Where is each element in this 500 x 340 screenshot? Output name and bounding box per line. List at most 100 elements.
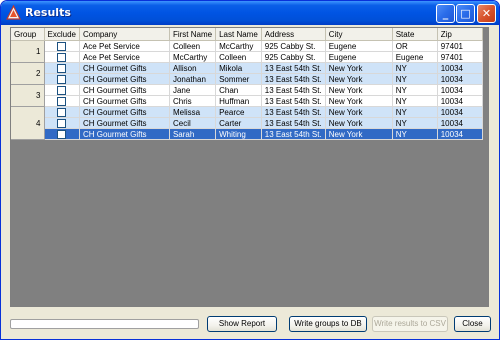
cell-company[interactable]: CH Gourmet Gifts xyxy=(79,117,170,129)
cell-company[interactable]: Ace Pet Service xyxy=(79,40,170,52)
cell-address[interactable]: 13 East 54th St. xyxy=(261,62,326,74)
cell-company[interactable]: CH Gourmet Gifts xyxy=(79,73,170,85)
cell-first[interactable]: Cecil xyxy=(169,117,217,129)
cell-company[interactable]: CH Gourmet Gifts xyxy=(79,62,170,74)
cell-state[interactable]: Eugene xyxy=(392,51,438,63)
exclude-checkbox[interactable] xyxy=(57,129,67,139)
results-grid-panel[interactable]: Group Exclude Company First Name Last Na… xyxy=(10,27,489,307)
table-row[interactable]: 4 CH Gourmet Gifts Melissa Pearce 13 East 54… xyxy=(11,106,483,140)
cell-city[interactable]: Eugene xyxy=(325,51,393,63)
exclude-checkbox[interactable] xyxy=(57,118,67,128)
column-header-city[interactable]: City xyxy=(325,28,393,41)
cell-last[interactable]: Colleen xyxy=(215,51,262,63)
cell-last[interactable]: Sommer xyxy=(215,73,262,85)
cell-address[interactable]: 925 Cabby St. xyxy=(261,40,326,52)
column-header-company[interactable]: Company xyxy=(79,28,170,41)
exclude-checkbox[interactable] xyxy=(57,41,67,51)
cell-state[interactable]: NY xyxy=(392,62,438,74)
results-grid[interactable]: Group Exclude Company First Name Last Na… xyxy=(11,28,483,140)
cell-first[interactable]: Chris xyxy=(169,95,217,107)
cell-first[interactable]: Jonathan xyxy=(169,73,217,85)
show-report-button[interactable]: Show Report xyxy=(207,316,277,332)
exclude-checkbox[interactable] xyxy=(57,74,67,84)
cell-zip[interactable]: 97401 xyxy=(437,51,483,63)
table-row[interactable]: 3 CH Gourmet Gifts Jane Chan 13 East 54th St… xyxy=(11,84,483,107)
cell-zip[interactable]: 10034 xyxy=(437,84,483,96)
cell-last[interactable]: Mikola xyxy=(215,62,262,74)
cell-company[interactable]: CH Gourmet Gifts xyxy=(79,95,170,107)
exclude-checkbox[interactable] xyxy=(57,52,67,62)
cell-last[interactable]: Whiting xyxy=(215,128,262,140)
cell-city[interactable]: New York xyxy=(325,117,393,129)
table-row[interactable]: CH Gourmet Gifts Sarah Whiting 13 East 54th… xyxy=(11,128,483,140)
cell-zip[interactable]: 10034 xyxy=(437,117,483,129)
column-header-group[interactable]: Group xyxy=(11,28,45,41)
cell-address[interactable]: 13 East 54th St. xyxy=(261,84,326,96)
column-header-zip[interactable]: Zip xyxy=(437,28,483,41)
cell-zip[interactable]: 10034 xyxy=(437,62,483,74)
column-header-first-name[interactable]: First Name xyxy=(169,28,217,41)
cell-state[interactable]: NY xyxy=(392,128,438,140)
table-row[interactable]: 2 CH Gourmet Gifts Allison Mikola 13 East 54… xyxy=(11,62,483,85)
table-row[interactable]: CH Gourmet Gifts Cecil Carter 13 East 54th … xyxy=(11,117,483,129)
cell-company[interactable]: CH Gourmet Gifts xyxy=(79,106,170,118)
cell-address[interactable]: 925 Cabby St. xyxy=(261,51,326,63)
table-row[interactable]: 1 Ace Pet Service Colleen McCarthy 925 Cabby… xyxy=(11,40,483,63)
cell-first[interactable]: Sarah xyxy=(169,128,217,140)
cell-zip[interactable]: 10034 xyxy=(437,73,483,85)
cell-address[interactable]: 13 East 54th St. xyxy=(261,95,326,107)
cell-last[interactable]: McCarthy xyxy=(215,40,262,52)
cell-last[interactable]: Huffman xyxy=(215,95,262,107)
cell-state[interactable]: NY xyxy=(392,84,438,96)
cell-zip[interactable]: 10034 xyxy=(437,128,483,140)
cell-last[interactable]: Chan xyxy=(215,84,262,96)
exclude-checkbox[interactable] xyxy=(57,96,67,106)
cell-state[interactable]: NY xyxy=(392,73,438,85)
column-header-address[interactable]: Address xyxy=(261,28,326,41)
cell-company[interactable]: CH Gourmet Gifts xyxy=(79,128,170,140)
cell-company[interactable]: Ace Pet Service xyxy=(79,51,170,63)
cell-address[interactable]: 13 East 54th St. xyxy=(261,128,326,140)
cell-first[interactable]: McCarthy xyxy=(169,51,217,63)
cell-city[interactable]: New York xyxy=(325,84,393,96)
cell-city[interactable]: New York xyxy=(325,62,393,74)
close-window-button[interactable]: ✕ xyxy=(477,4,496,23)
write-results-to-csv-button[interactable]: Write results to CSV xyxy=(372,316,448,332)
cell-address[interactable]: 13 East 54th St. xyxy=(261,73,326,85)
cell-last[interactable]: Pearce xyxy=(215,106,262,118)
column-header-last-name[interactable]: Last Name xyxy=(215,28,262,41)
cell-city[interactable]: New York xyxy=(325,106,393,118)
exclude-checkbox[interactable] xyxy=(57,63,67,73)
cell-zip[interactable]: 10034 xyxy=(437,106,483,118)
cell-zip[interactable]: 97401 xyxy=(437,40,483,52)
cell-state[interactable]: OR xyxy=(392,40,438,52)
cell-first[interactable]: Jane xyxy=(169,84,217,96)
maximize-button[interactable]: □ xyxy=(456,4,475,23)
cell-city[interactable]: New York xyxy=(325,73,393,85)
column-header-exclude[interactable]: Exclude xyxy=(44,28,80,41)
table-row[interactable]: CH Gourmet Gifts Jonathan Sommer 13 East 54… xyxy=(11,73,483,85)
cell-first[interactable]: Allison xyxy=(169,62,217,74)
cell-state[interactable]: NY xyxy=(392,117,438,129)
cell-last[interactable]: Carter xyxy=(215,117,262,129)
minimize-button[interactable]: _ xyxy=(436,4,455,23)
column-header-state[interactable]: State xyxy=(392,28,438,41)
close-button[interactable]: Close xyxy=(454,316,491,332)
cell-first[interactable]: Colleen xyxy=(169,40,217,52)
cell-first[interactable]: Melissa xyxy=(169,106,217,118)
cell-address[interactable]: 13 East 54th St. xyxy=(261,106,326,118)
write-groups-to-db-button[interactable]: Write groups to DB xyxy=(289,316,367,332)
cell-state[interactable]: NY xyxy=(392,106,438,118)
cell-city[interactable]: New York xyxy=(325,95,393,107)
title-bar[interactable]: Results _ □ ✕ xyxy=(1,1,499,25)
cell-zip[interactable]: 10034 xyxy=(437,95,483,107)
cell-city[interactable]: Eugene xyxy=(325,40,393,52)
cell-city[interactable]: New York xyxy=(325,128,393,140)
cell-company[interactable]: CH Gourmet Gifts xyxy=(79,84,170,96)
table-row[interactable]: Ace Pet Service McCarthy Colleen 925 Cabby … xyxy=(11,51,483,63)
table-row[interactable]: CH Gourmet Gifts Chris Huffman 13 East 54th… xyxy=(11,95,483,107)
exclude-checkbox[interactable] xyxy=(57,107,67,117)
cell-state[interactable]: NY xyxy=(392,95,438,107)
cell-address[interactable]: 13 East 54th St. xyxy=(261,117,326,129)
exclude-checkbox[interactable] xyxy=(57,85,67,95)
